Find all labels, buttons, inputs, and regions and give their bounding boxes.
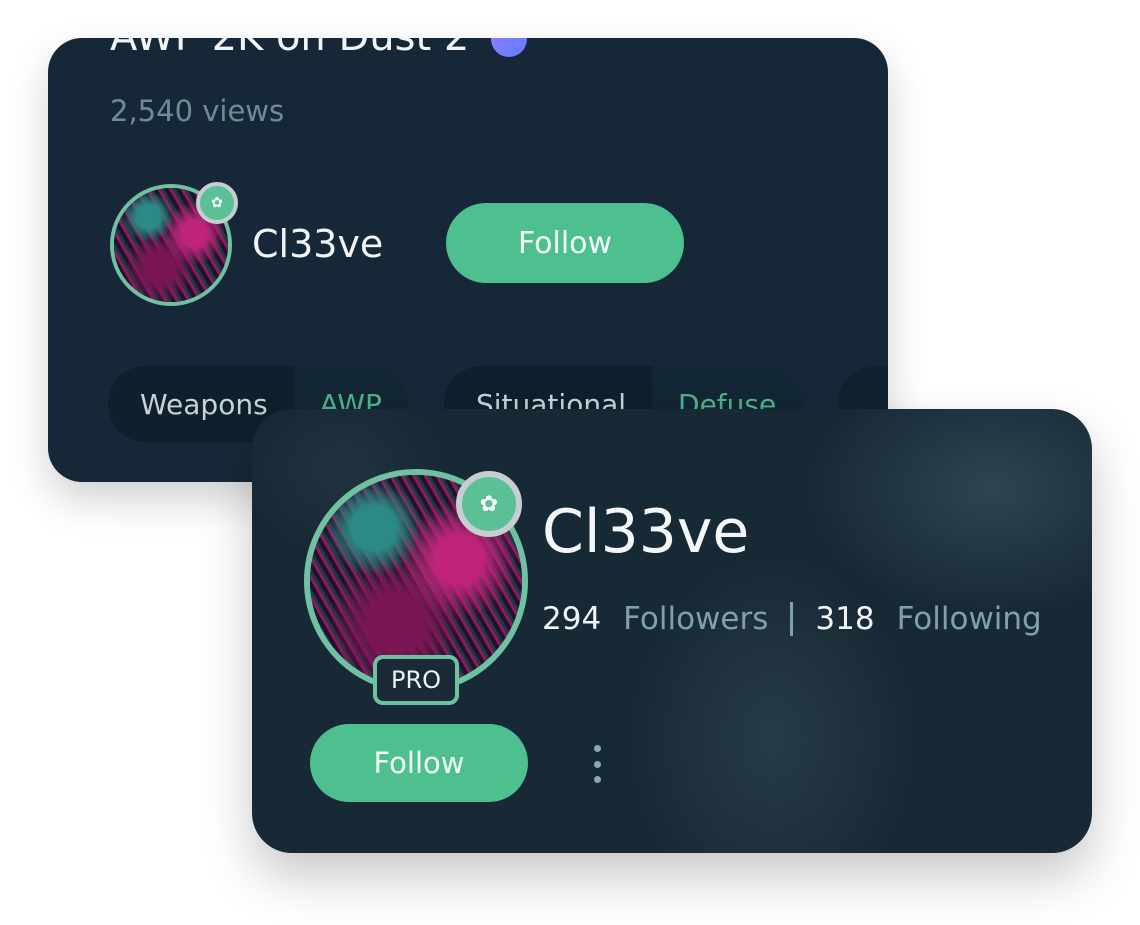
username[interactable]: Cl33ve [252, 222, 383, 266]
following-count[interactable]: 318 [815, 601, 874, 637]
verified-star-icon: ✿ [196, 182, 238, 224]
follow-stats: 294 Followers 318 Following [542, 601, 1042, 637]
clip-title: AWP 2K on Dust 2 [110, 38, 528, 60]
emoji-icon [491, 38, 528, 57]
followers-count[interactable]: 294 [542, 601, 601, 637]
followers-label[interactable]: Followers [623, 601, 768, 637]
following-label[interactable]: Following [897, 601, 1042, 637]
profile-follow-button[interactable]: Follow [310, 724, 528, 802]
profile-card: ✿ PRO Cl33ve 294 Followers 318 Following… [252, 409, 1092, 853]
follow-button[interactable]: Follow [446, 203, 684, 283]
clip-title-text: AWP 2K on Dust 2 [110, 38, 469, 60]
more-vertical-icon[interactable] [590, 745, 604, 783]
profile-username: Cl33ve [542, 497, 750, 567]
pro-badge: PRO [373, 655, 459, 705]
view-count: 2,540 views [110, 94, 285, 128]
verified-star-icon: ✿ [456, 471, 522, 537]
stats-divider [790, 602, 794, 636]
